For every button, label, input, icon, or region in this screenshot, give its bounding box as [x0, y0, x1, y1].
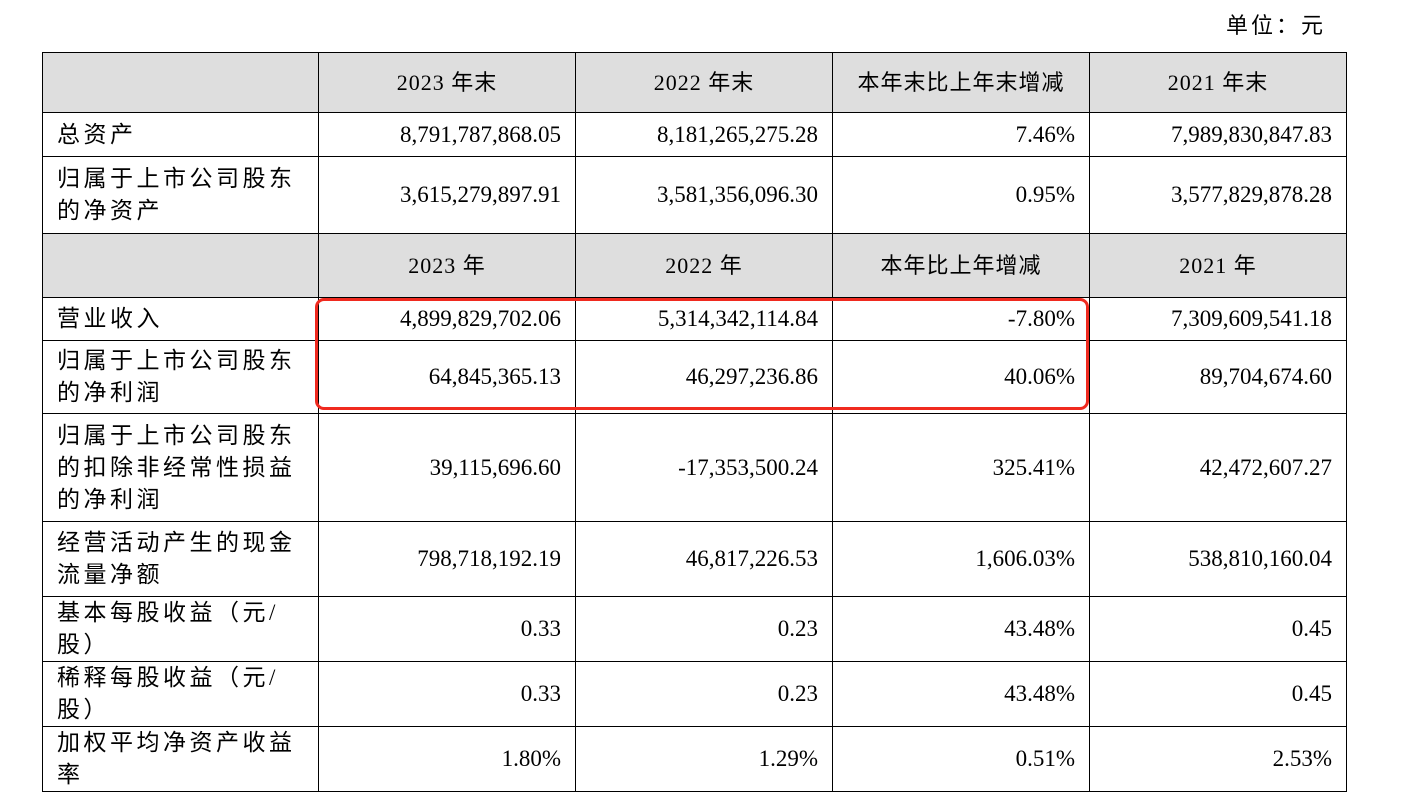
table-row: 归属于上市公司股东的净资产 3,615,279,897.91 3,581,356… — [42, 156, 1347, 234]
table-row: 经营活动产生的现金流量净额 798,718,192.19 46,817,226.… — [42, 521, 1347, 597]
table-row: 营业收入 4,899,829,702.06 5,314,342,114.84 -… — [42, 297, 1347, 341]
value-cell: 0.23 — [575, 596, 833, 662]
value-cell: 8,181,265,275.28 — [575, 112, 833, 157]
value-cell: 0.23 — [575, 661, 833, 727]
table-row: 基本每股收益（元/股） 0.33 0.23 43.48% 0.45 — [42, 596, 1347, 662]
header-cell: 2023 年 — [318, 233, 576, 298]
header-cell: 2022 年末 — [575, 52, 833, 113]
value-cell: -7.80% — [832, 297, 1090, 341]
value-cell: 3,581,356,096.30 — [575, 156, 833, 234]
value-cell: 7.46% — [832, 112, 1090, 157]
header-cell — [42, 233, 319, 298]
value-cell: 5,314,342,114.84 — [575, 297, 833, 341]
value-cell: 1.29% — [575, 726, 833, 792]
value-cell: 7,989,830,847.83 — [1089, 112, 1347, 157]
value-cell: 43.48% — [832, 596, 1090, 662]
header-cell: 2021 年末 — [1089, 52, 1347, 113]
row-label: 经营活动产生的现金流量净额 — [42, 521, 319, 597]
table-row: 加权平均净资产收益率 1.80% 1.29% 0.51% 2.53% — [42, 726, 1347, 792]
table-row: 总资产 8,791,787,868.05 8,181,265,275.28 7.… — [42, 112, 1347, 157]
value-cell: 4,899,829,702.06 — [318, 297, 576, 341]
header-cell — [42, 52, 319, 113]
header-cell: 2023 年末 — [318, 52, 576, 113]
income-header-row: 2023 年 2022 年 本年比上年增减 2021 年 — [42, 233, 1347, 298]
value-cell: 0.95% — [832, 156, 1090, 234]
value-cell: 8,791,787,868.05 — [318, 112, 576, 157]
value-cell: 3,615,279,897.91 — [318, 156, 576, 234]
row-label: 加权平均净资产收益率 — [42, 726, 319, 792]
financial-summary-table: 2023 年末 2022 年末 本年末比上年末增减 2021 年末 总资产 8,… — [42, 52, 1347, 792]
value-cell: 1.80% — [318, 726, 576, 792]
value-cell: -17,353,500.24 — [575, 413, 833, 522]
value-cell: 538,810,160.04 — [1089, 521, 1347, 597]
row-label: 稀释每股收益（元/股） — [42, 661, 319, 727]
balance-header-row: 2023 年末 2022 年末 本年末比上年末增减 2021 年末 — [42, 52, 1347, 113]
table-row: 归属于上市公司股东的扣除非经常性损益的净利润 39,115,696.60 -17… — [42, 413, 1347, 522]
value-cell: 3,577,829,878.28 — [1089, 156, 1347, 234]
value-cell: 325.41% — [832, 413, 1090, 522]
row-label: 归属于上市公司股东的扣除非经常性损益的净利润 — [42, 413, 319, 522]
header-cell: 本年比上年增减 — [832, 233, 1090, 298]
row-label: 总资产 — [42, 112, 319, 157]
value-cell: 0.33 — [318, 596, 576, 662]
value-cell: 46,817,226.53 — [575, 521, 833, 597]
row-label: 归属于上市公司股东的净利润 — [42, 340, 319, 414]
row-label: 营业收入 — [42, 297, 319, 341]
value-cell: 46,297,236.86 — [575, 340, 833, 414]
header-cell: 2022 年 — [575, 233, 833, 298]
value-cell: 0.33 — [318, 661, 576, 727]
table-row: 稀释每股收益（元/股） 0.33 0.23 43.48% 0.45 — [42, 661, 1347, 727]
header-cell: 本年末比上年末增减 — [832, 52, 1090, 113]
row-label: 基本每股收益（元/股） — [42, 596, 319, 662]
header-cell: 2021 年 — [1089, 233, 1347, 298]
value-cell: 0.45 — [1089, 596, 1347, 662]
value-cell: 0.45 — [1089, 661, 1347, 727]
value-cell: 39,115,696.60 — [318, 413, 576, 522]
value-cell: 42,472,607.27 — [1089, 413, 1347, 522]
value-cell: 1,606.03% — [832, 521, 1090, 597]
value-cell: 43.48% — [832, 661, 1090, 727]
value-cell: 798,718,192.19 — [318, 521, 576, 597]
value-cell: 7,309,609,541.18 — [1089, 297, 1347, 341]
row-label: 归属于上市公司股东的净资产 — [42, 156, 319, 234]
value-cell: 89,704,674.60 — [1089, 340, 1347, 414]
table-row: 归属于上市公司股东的净利润 64,845,365.13 46,297,236.8… — [42, 340, 1347, 414]
unit-label: 单位：元 — [1226, 13, 1327, 38]
value-cell: 40.06% — [832, 340, 1090, 414]
value-cell: 64,845,365.13 — [318, 340, 576, 414]
value-cell: 2.53% — [1089, 726, 1347, 792]
value-cell: 0.51% — [832, 726, 1090, 792]
